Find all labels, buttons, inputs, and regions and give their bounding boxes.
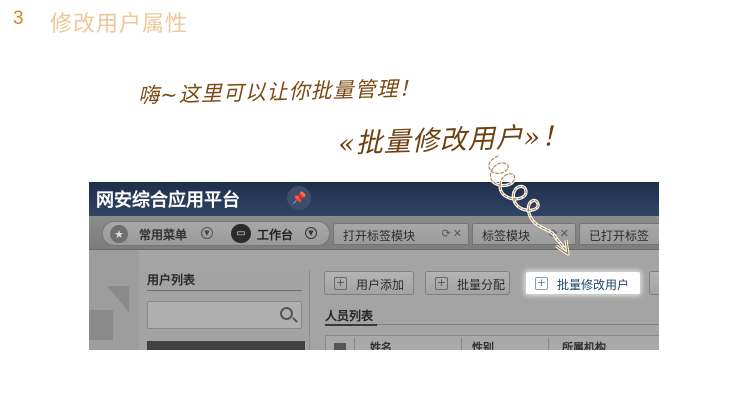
staff-list-title: 人员列表: [325, 309, 374, 323]
batch-assign-button[interactable]: + 批量分配: [425, 271, 510, 295]
pin-icon[interactable]: 📌: [287, 186, 311, 210]
annotation-line-1: 嗨~这里可以让你批量管理！: [137, 76, 421, 108]
monitor-icon[interactable]: ▭: [231, 224, 251, 243]
divider: [147, 290, 302, 291]
plus-icon: +: [435, 276, 448, 290]
plus-icon: +: [334, 276, 347, 290]
common-menu-button[interactable]: 常用菜单: [139, 226, 187, 243]
chevron-down-icon[interactable]: ▼: [201, 227, 213, 239]
column-header[interactable]: 所属机构: [562, 339, 606, 350]
select-all-checkbox[interactable]: [334, 343, 346, 350]
refresh-close-icon[interactable]: ⟳✕: [442, 227, 464, 240]
search-icon[interactable]: [280, 307, 293, 320]
workbench-button[interactable]: 工作台: [257, 226, 293, 243]
table-header: 姓名 性别 所属机构: [325, 335, 659, 350]
column-header[interactable]: 性别: [472, 339, 494, 350]
tab-open-module[interactable]: 打开标签模块 ⟳✕: [333, 223, 469, 245]
chevron-down-icon[interactable]: ▼: [305, 227, 317, 239]
batch-modify-users-button[interactable]: + 批量修改用户: [525, 271, 641, 295]
tab-label: 已打开标签: [589, 229, 650, 243]
brand-title: 网安综合应用平台: [96, 190, 240, 211]
plus-icon: +: [535, 276, 548, 290]
star-icon[interactable]: ★: [110, 225, 128, 243]
add-user-button[interactable]: + 用户添加: [324, 271, 414, 295]
slide-title: 修改用户属性: [50, 12, 189, 37]
tab-opened[interactable]: 已打开标签: [579, 223, 659, 245]
column-header[interactable]: 姓名: [370, 339, 392, 350]
spiral-arrow-icon: [487, 154, 570, 256]
search-input[interactable]: [147, 301, 302, 329]
main-content: + 用户添加 + 批量分配 + 批量修改用户 人员列表 姓名 性别 所属机构: [310, 250, 659, 350]
step-number: 3: [13, 8, 24, 29]
title-underline: [325, 324, 377, 326]
tree-header: [147, 341, 305, 350]
user-list-title: 用户列表: [147, 273, 196, 287]
more-button[interactable]: [649, 271, 659, 295]
tab-label: 打开标签模块: [343, 229, 416, 243]
home-icon: [89, 286, 129, 312]
home-icon-base: [89, 310, 113, 340]
user-list-panel: 用户列表: [139, 270, 310, 350]
nav-pill: ★ 常用菜单 ▼ ▭ 工作台 ▼: [102, 221, 330, 246]
